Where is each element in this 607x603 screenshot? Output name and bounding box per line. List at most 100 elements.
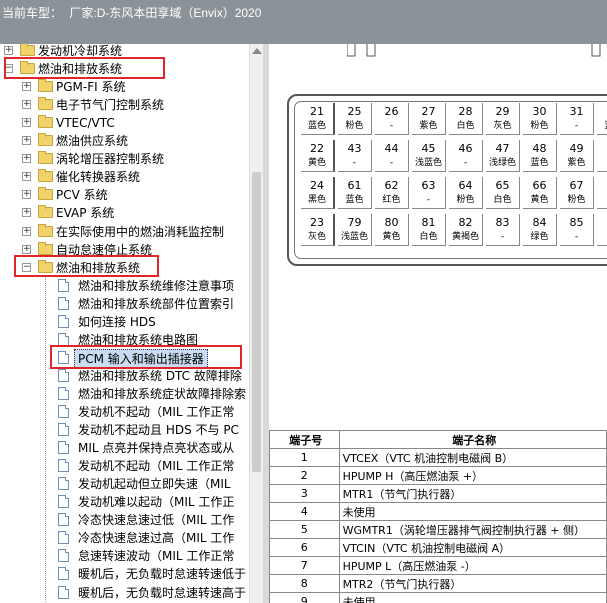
wire-color: 黑色 <box>307 195 326 205</box>
highlight-box-pcm-connector <box>50 345 242 369</box>
wire-color: 浅蓝色 <box>340 232 368 242</box>
expand-icon[interactable]: + <box>22 244 31 254</box>
tree-doc-item[interactable]: 发动机不起动（MIL 工作正常 <box>0 457 249 475</box>
terminal-number: 27 <box>421 105 436 118</box>
connector-terminal-cell: 22 黄色 <box>301 140 335 172</box>
tree-folder-item[interactable]: + PGM-FI 系统 <box>0 78 249 96</box>
table-row: 7 HPUMP L（高压燃油泵 -） <box>269 556 607 575</box>
expand-icon[interactable]: + <box>22 136 31 146</box>
connector-terminal-cell: 84 绿色 <box>523 214 557 246</box>
expand-icon[interactable]: + <box>22 154 31 164</box>
scrollbar-thumb[interactable] <box>252 172 261 472</box>
document-icon <box>58 441 69 455</box>
terminal-number: 81 <box>421 216 436 229</box>
tree-item-label: 发动机起动但立即失速（MIL <box>78 477 231 492</box>
tree-doc-item[interactable]: 怠速转速波动（MIL 工作正常 <box>0 547 249 565</box>
folder-icon <box>20 44 35 56</box>
tree-item-label: 冷态快速怠速过低（MIL 工作 <box>78 513 235 528</box>
connector-terminal-cell: 21 蓝色 <box>301 103 335 135</box>
tree-folder-item[interactable]: + 燃油供应系统 <box>0 132 249 150</box>
wire-color: 灰色 <box>307 232 326 242</box>
tree-item-label: 催化转换器系统 <box>56 170 141 185</box>
connector-terminal-cell: 66 黄色 <box>523 177 557 209</box>
wire-color: 白色 <box>419 232 438 242</box>
scroll-up-arrow-icon[interactable] <box>252 48 262 54</box>
document-icon <box>58 278 69 292</box>
connector-terminal-cell: 29 灰色 <box>486 103 520 135</box>
wire-color: 粉色 <box>456 195 475 205</box>
tree-doc-item[interactable]: MIL 点亮并保持点亮状态或从 <box>0 439 249 457</box>
wire-color: 黄色 <box>307 158 326 168</box>
tree-doc-item[interactable]: 暖机后，无负载时怠速转速低于 <box>0 565 249 583</box>
tree-doc-item[interactable]: 冷态快速怠速过低（MIL 工作 <box>0 511 249 529</box>
wire-color: - <box>574 121 579 131</box>
title-bar: 当前车型： 厂家:D-东风本田享域（Envix）2020 <box>0 0 607 44</box>
tree-doc-item[interactable]: 燃油和排放系统维修注意事项 <box>0 277 249 295</box>
table-row: 1 VTCEX（VTC 机油控制电磁阀 B） <box>269 448 607 467</box>
folder-icon <box>38 223 53 237</box>
table-row: 9 未使用 <box>269 592 607 603</box>
document-icon <box>58 405 69 418</box>
tree-folder-item[interactable]: + EVAP 系统 <box>0 204 249 222</box>
tree-item-label: 发动机不起动（MIL 工作正常 <box>78 459 235 474</box>
tree-folder-item[interactable]: + 涡轮增压器控制系统 <box>0 150 249 168</box>
terminal-name-cell: 未使用 <box>338 592 607 603</box>
expand-icon[interactable]: + <box>22 82 31 92</box>
tree-doc-item[interactable]: 发动机起动但立即失速（MIL <box>0 475 249 493</box>
terminal-number: 30 <box>532 105 547 118</box>
wire-color: 粉色 <box>567 195 586 205</box>
connector-top-outline <box>346 44 607 70</box>
tree-item-label: 燃油供应系统 <box>56 134 129 149</box>
tree-doc-item[interactable]: 如何连接 HDS <box>0 313 249 331</box>
expand-icon[interactable]: + <box>4 46 13 55</box>
tree-doc-item[interactable]: 燃油和排放系统 DTC 故障排除 <box>0 367 249 385</box>
terminal-number: 79 <box>347 216 362 229</box>
connector-terminal-cell: 68 <box>597 177 607 209</box>
tree-view[interactable]: + 发动机冷却系统 − 燃油和排放系统 + PGM-FI 系统 + 电子节气门控制系统 + VTE… <box>0 44 250 603</box>
terminal-number: 43 <box>347 142 362 155</box>
expand-icon[interactable]: + <box>22 190 31 200</box>
terminal-number: 32 <box>597 105 607 119</box>
tree-doc-item[interactable]: 燃油和排放系统部件位置索引 <box>0 295 249 313</box>
folder-icon <box>38 115 53 129</box>
terminal-name-cell: MTR1（节气门执行器） <box>338 484 607 503</box>
terminal-number-cell: 4 <box>269 502 340 521</box>
connector-terminal-cell: 32蓝色 <box>597 103 607 135</box>
tree-doc-item[interactable]: 冷态快速怠速过高（MIL 工作 <box>0 529 249 547</box>
tree-doc-item[interactable]: 发动机不起动且 HDS 不与 PC <box>0 421 249 439</box>
terminal-name-cell: WGMTR1（涡轮增压器排气阀控制执行器 + 侧） <box>338 520 607 539</box>
tree-folder-item[interactable]: + 催化转换器系统 <box>0 168 249 186</box>
terminal-number: 22 <box>310 142 324 155</box>
folder-icon <box>38 169 53 183</box>
wire-color: 黄色 <box>530 195 549 205</box>
connector-terminal-cell: 45 浅蓝色 <box>412 140 446 172</box>
expand-icon[interactable]: + <box>22 118 31 128</box>
expand-icon[interactable]: + <box>22 208 31 218</box>
tree-folder-item[interactable]: + 在实际使用中的燃油消耗监控制 <box>0 223 249 241</box>
connector-terminal-cell: 25 粉色 <box>338 103 372 135</box>
tree-folder-item[interactable]: + VTEC/VTC <box>0 114 249 132</box>
expand-icon[interactable]: + <box>22 172 31 182</box>
tree-doc-item[interactable]: 暖机后，无负载时怠速转速高于 <box>0 584 249 602</box>
terminal-number: 61 <box>347 179 362 192</box>
expand-icon[interactable]: + <box>22 226 31 236</box>
tree-doc-item[interactable]: 发动机不起动（MIL 工作正常 <box>0 403 249 421</box>
tree-scrollbar[interactable] <box>249 44 264 603</box>
terminal-number: 24 <box>310 179 324 192</box>
expand-icon[interactable]: + <box>22 100 31 110</box>
tree-doc-item[interactable]: 发动机难以起动（MIL 工作正 <box>0 493 249 511</box>
wire-color: 黄褐色 <box>451 232 479 242</box>
tree-item-label: PGM-FI 系统 <box>56 80 126 95</box>
tree-folder-item[interactable]: + PCV 系统 <box>0 186 249 204</box>
tree-folder-item[interactable]: + 电子节气门控制系统 <box>0 96 249 114</box>
terminal-number: 63 <box>421 179 436 192</box>
wire-color: 红色 <box>382 195 401 205</box>
terminal-number-cell: 7 <box>269 556 340 575</box>
terminal-number: 49 <box>569 142 584 155</box>
wire-color: 蓝色 <box>345 195 364 205</box>
tree-item-label: 发动机不起动且 HDS 不与 PC <box>78 423 239 438</box>
terminal-number: 84 <box>532 216 547 229</box>
terminal-number: 67 <box>569 179 584 192</box>
terminal-number: 44 <box>384 142 399 155</box>
tree-doc-item[interactable]: 燃油和排放系统症状故障排除索 <box>0 385 249 403</box>
